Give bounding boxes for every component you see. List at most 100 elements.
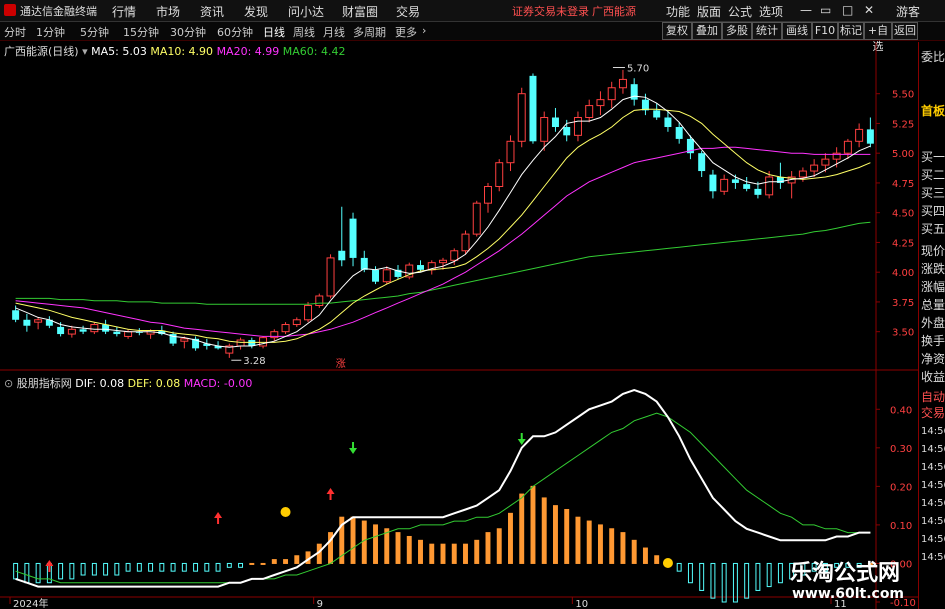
macd-bar (552, 505, 558, 564)
watermark-url: www.60lt.com (792, 586, 905, 602)
candle-body (338, 250, 346, 261)
candle-body (855, 128, 864, 142)
side-label: 买四 (921, 204, 945, 218)
candle-body (102, 324, 110, 332)
annotations: 5.70 3.28 涨 (45, 64, 673, 572)
macd-bar (474, 539, 480, 564)
y-tick-label: 5.25 (892, 119, 914, 130)
candle-body (79, 329, 87, 332)
candle-body (821, 158, 830, 166)
side-label: 总量 (921, 298, 945, 312)
red-arrow-icon (45, 560, 54, 572)
macd-bar (699, 562, 705, 591)
macd-bar (597, 524, 603, 564)
candle-body (698, 153, 706, 172)
candle-body (57, 326, 65, 335)
macd-bar (451, 543, 457, 564)
red-arrow-icon (214, 512, 223, 524)
candle-body (315, 295, 324, 307)
y-tick-label: 4.75 (892, 179, 914, 190)
macd-bar (586, 520, 592, 564)
candle-body (551, 117, 559, 128)
candle-body (292, 319, 301, 326)
side-label: 首板 (921, 104, 945, 118)
side-label: 净资 (921, 352, 945, 366)
macd-bar (710, 562, 716, 599)
macd-bar (732, 562, 738, 603)
x-tick-label: 9 (317, 599, 323, 609)
side-label: 14:56 (921, 552, 945, 563)
candle-body (709, 174, 717, 192)
high-label: 5.70 (627, 64, 649, 75)
candle-body (12, 310, 20, 320)
side-label: 现价 (921, 244, 945, 258)
kline-chart[interactable]: 5.50 5.25 5.00 4.75 4.50 4.25 4.00 3.75 3.50 0.40… (0, 0, 945, 609)
macd-bar (294, 555, 300, 564)
candle-body (326, 257, 335, 297)
candle-body (372, 269, 380, 282)
macd-bar (91, 562, 97, 576)
candle-body (23, 319, 31, 326)
candle-body (382, 269, 391, 283)
side-label: 14:56 (921, 480, 945, 491)
candle-body (349, 218, 357, 258)
side-label: 14:56 (921, 534, 945, 545)
x-axis: 2024年 9 10 11 (9, 597, 847, 609)
candle-body (607, 87, 616, 101)
candle-body (675, 127, 683, 139)
ma20-line (15, 146, 871, 337)
macd-bar (271, 559, 277, 564)
smiley-icon (280, 507, 291, 517)
candle-body (506, 140, 515, 164)
red-arrow-icon (326, 488, 335, 500)
macd-bar (373, 524, 378, 564)
candle-body (90, 324, 99, 333)
macd-bar (238, 562, 244, 568)
macd-bar (654, 555, 660, 564)
candle-body (484, 186, 492, 204)
macd-bar (485, 532, 491, 564)
side-label: 14:56 (921, 498, 945, 509)
macd-bar (249, 562, 255, 565)
macd-bar (103, 562, 109, 576)
y-tick-label: 4.00 (892, 268, 914, 279)
macd-bar (80, 562, 86, 576)
macd-bar (418, 539, 423, 564)
candle-body (517, 93, 526, 142)
macd-bar (384, 528, 390, 564)
side-label: 收益 (921, 370, 945, 384)
macd-bar (58, 562, 64, 580)
candle-body (754, 188, 762, 195)
green-arrow-icon (517, 433, 526, 445)
macd-bar (136, 562, 142, 572)
macd-bar (766, 562, 772, 588)
macd-bar (69, 562, 75, 580)
macd-bar (508, 512, 513, 564)
macd-bar (496, 528, 502, 564)
side-label: 买二 (921, 168, 945, 182)
candle-body (563, 127, 571, 136)
macd-y-tick-label: 0.30 (890, 444, 912, 455)
macd-bar (755, 562, 761, 591)
side-label: 14:56 (921, 462, 945, 473)
candle-body (67, 328, 76, 335)
y-tick-label: 3.75 (892, 298, 914, 309)
macd-bar (260, 562, 266, 565)
macd-bar (463, 543, 468, 564)
y-axis: 5.50 5.25 5.00 4.75 4.50 4.25 4.00 3.75 3.50 0.40… (876, 90, 916, 609)
side-label: 涨幅 (921, 280, 945, 294)
candle-body (124, 331, 133, 337)
macd-bar (687, 562, 693, 584)
candle-body (236, 339, 245, 347)
candle-body (180, 338, 189, 342)
side-label: 14:56 (921, 444, 945, 455)
macd-area (13, 388, 873, 603)
candle-body (731, 179, 739, 183)
macd-bar (530, 485, 536, 564)
macd-bar (350, 516, 356, 564)
y-tick-label: 4.50 (892, 209, 914, 220)
macd-bar (395, 532, 401, 564)
candle-body (573, 116, 582, 136)
candle-body (259, 337, 268, 347)
candle-body (529, 75, 537, 142)
